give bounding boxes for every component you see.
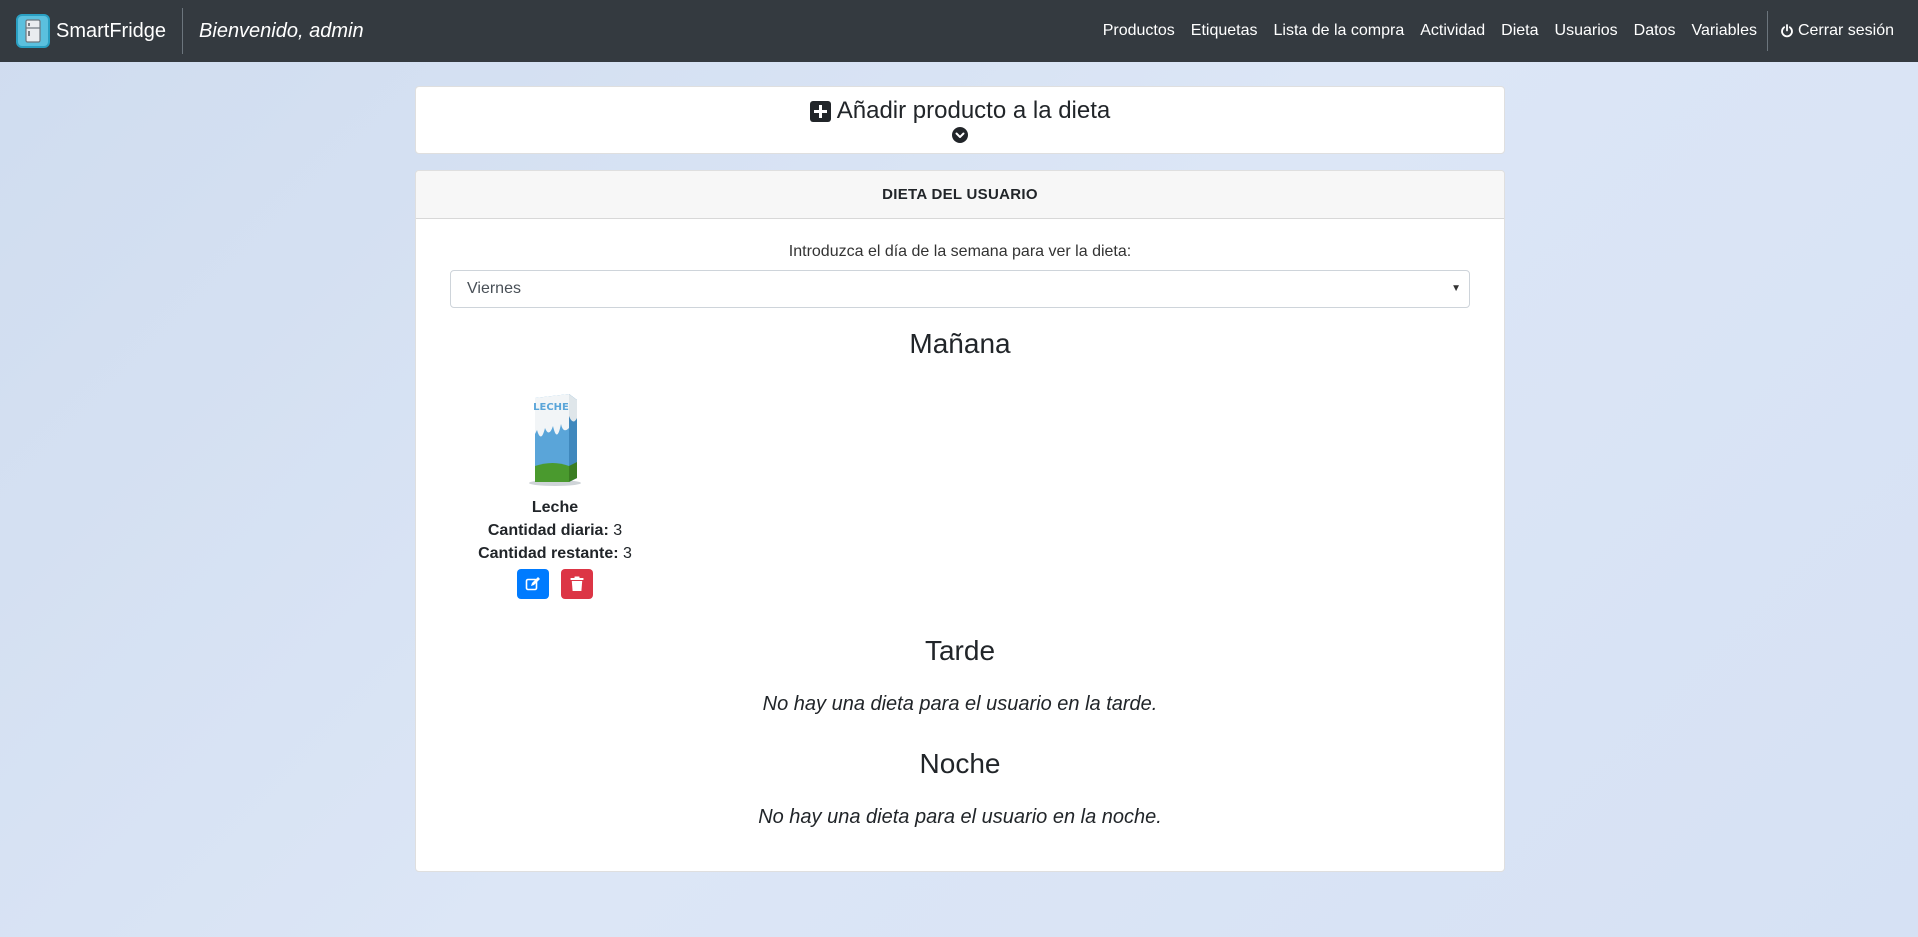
day-select[interactable]: Viernes ▼ xyxy=(450,270,1470,308)
remaining-amount: Cantidad restante: 3 xyxy=(450,545,660,563)
night-empty-message: No hay una dieta para el usuario en la n… xyxy=(758,806,1162,828)
daily-amount-label: Cantidad diaria: xyxy=(487,522,609,539)
nav-etiquetas[interactable]: Etiquetas xyxy=(1183,22,1266,40)
product-actions xyxy=(450,569,660,599)
day-select-value: Viernes xyxy=(467,280,521,297)
nav-links: Productos Etiquetas Lista de la compra A… xyxy=(1095,0,1902,62)
afternoon-title: Tarde xyxy=(924,635,996,666)
diet-card-body: Introduzca el día de la semana para ver … xyxy=(416,243,1504,829)
milk-carton-image: LECHE xyxy=(529,394,581,486)
chevron-circle-down-icon xyxy=(952,127,968,143)
milk-carton-label: LECHE xyxy=(533,402,569,413)
welcome-text: Bienvenido, admin xyxy=(199,19,364,42)
caret-down-icon: ▼ xyxy=(1451,283,1461,294)
nav-productos[interactable]: Productos xyxy=(1095,22,1183,40)
diet-card-header: DIETA DEL USUARIO xyxy=(416,171,1504,219)
logout-link[interactable]: Cerrar sesión xyxy=(1772,22,1902,40)
edit-icon xyxy=(525,577,540,591)
daily-amount-value: 3 xyxy=(613,522,623,539)
logout-label: Cerrar sesión xyxy=(1797,22,1894,39)
delete-button[interactable] xyxy=(561,569,593,599)
top-navbar: SmartFridge Bienvenido, admin Productos … xyxy=(0,0,1918,62)
product-name: Leche xyxy=(531,499,579,516)
daily-amount: Cantidad diaria: 3 xyxy=(450,522,660,540)
navbar-divider xyxy=(182,8,184,54)
morning-title: Mañana xyxy=(909,328,1011,359)
add-product-label: Añadir producto a la dieta xyxy=(836,97,1111,124)
afternoon-empty-message: No hay una dieta para el usuario en la t… xyxy=(762,693,1158,715)
power-icon xyxy=(1781,24,1793,38)
remaining-amount-label: Cantidad restante: xyxy=(478,545,619,562)
user-diet-card: DIETA DEL USUARIO Introduzca el día de l… xyxy=(415,170,1505,872)
fridge-icon xyxy=(16,14,50,48)
nav-lista-compra[interactable]: Lista de la compra xyxy=(1266,22,1413,40)
nav-dieta[interactable]: Dieta xyxy=(1493,22,1546,40)
day-select-label: Introduzca el día de la semana para ver … xyxy=(788,243,1132,260)
brand[interactable]: SmartFridge xyxy=(16,0,182,62)
nav-divider xyxy=(1766,11,1768,51)
diet-product-card: LECHE Leche Cantidad diaria: 3 Cantidad … xyxy=(450,388,660,599)
remaining-amount-value: 3 xyxy=(623,545,632,562)
nav-variables[interactable]: Variables xyxy=(1683,22,1765,40)
add-product-title[interactable]: Añadir producto a la dieta xyxy=(416,97,1504,125)
nav-datos[interactable]: Datos xyxy=(1626,22,1684,40)
plus-square-icon xyxy=(809,100,831,122)
expand-toggle[interactable] xyxy=(416,127,1504,143)
add-product-panel[interactable]: Añadir producto a la dieta xyxy=(415,86,1505,154)
trash-icon xyxy=(570,576,584,591)
nav-actividad[interactable]: Actividad xyxy=(1412,22,1493,40)
nav-usuarios[interactable]: Usuarios xyxy=(1547,22,1626,40)
edit-button[interactable] xyxy=(517,569,549,599)
brand-name[interactable]: SmartFridge xyxy=(56,20,166,43)
night-title: Noche xyxy=(919,748,1001,779)
